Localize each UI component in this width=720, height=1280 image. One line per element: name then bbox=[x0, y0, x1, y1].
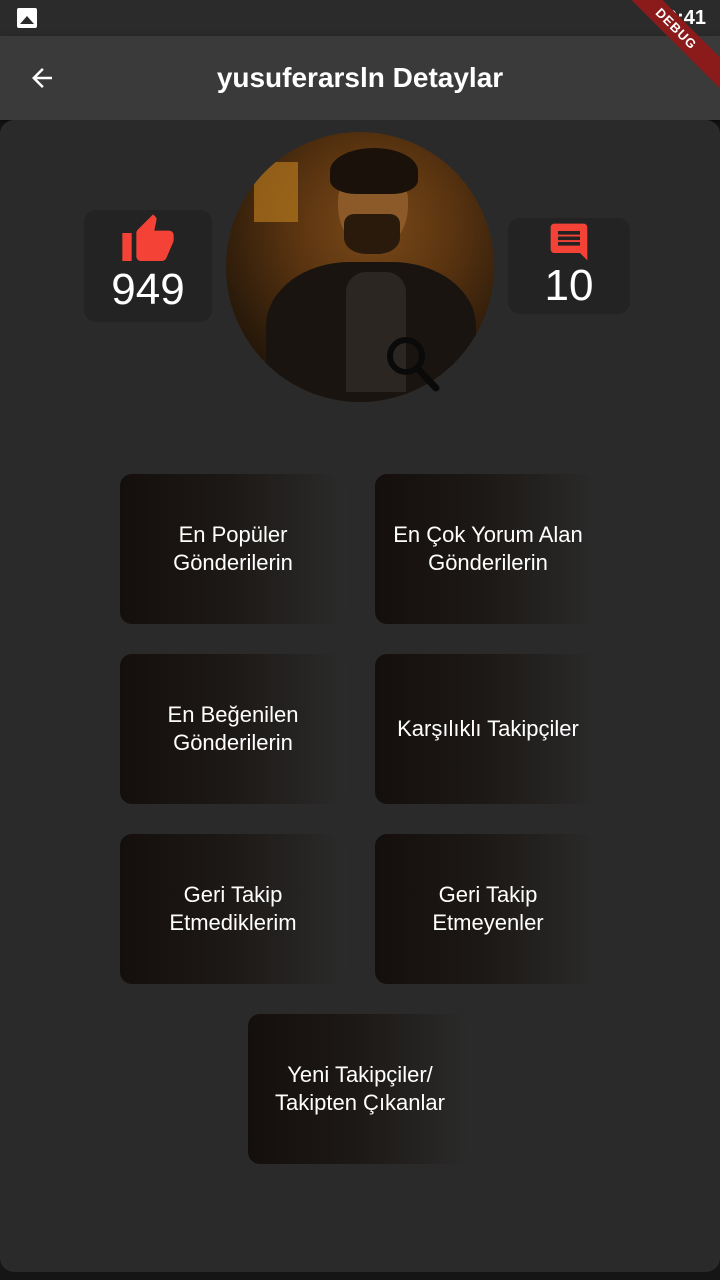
thumbs-up-icon bbox=[122, 214, 174, 261]
new-followers-unfollowers-button[interactable]: Yeni Takipçiler/ Takipten Çıkanlar bbox=[248, 1014, 472, 1164]
mutual-followers-button[interactable]: Karşılıklı Takipçiler bbox=[375, 654, 601, 804]
image-icon bbox=[17, 8, 37, 28]
likes-count: 949 bbox=[111, 265, 185, 314]
avatar[interactable] bbox=[226, 132, 494, 402]
search-icon[interactable] bbox=[384, 334, 442, 394]
not-followed-back-button[interactable]: Geri Takip Etmeyenler bbox=[375, 834, 601, 984]
comments-count: 10 bbox=[544, 261, 594, 310]
app-bar: yusuferarsln Detaylar bbox=[0, 36, 720, 120]
most-commented-button[interactable]: En Çok Yorum Alan Gönderilerin bbox=[375, 474, 601, 624]
comment-icon bbox=[550, 223, 588, 261]
page-title: yusuferarsln Detaylar bbox=[216, 62, 504, 93]
likes-stat[interactable]: 949 bbox=[84, 210, 212, 322]
popular-posts-button[interactable]: En Popüler Gönderilerin bbox=[120, 474, 346, 624]
not-following-back-button[interactable]: Geri Takip Etmediklerim bbox=[120, 834, 346, 984]
most-liked-button[interactable]: En Beğenilen Gönderilerin bbox=[120, 654, 346, 804]
status-bar: 19:41 bbox=[0, 0, 720, 36]
comments-stat[interactable]: 10 bbox=[508, 218, 630, 314]
